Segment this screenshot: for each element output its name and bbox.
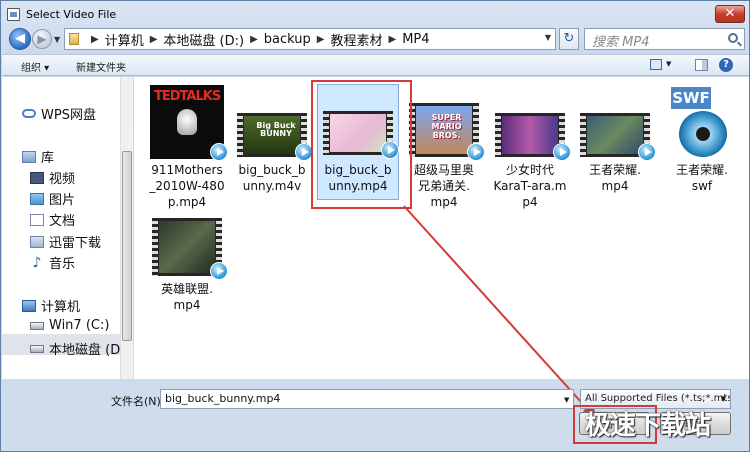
filename-label: 文件名(N): [111,395,165,408]
drive-icon [30,321,44,330]
filename-input[interactable]: big_buck_bunny.mp4 [160,389,574,409]
sidebar-item-drive-c[interactable]: Win7 (C:) [30,318,109,333]
sidebar-item-wps[interactable]: WPS网盘 [22,104,96,123]
refresh-button[interactable]: ↻ [559,28,579,50]
download-icon [30,235,44,248]
file-item[interactable]: 英雄联盟. mp4 [145,204,229,313]
chevron-right-icon[interactable]: ▶ [317,34,325,45]
video-thumbnail [578,85,656,161]
video-thumbnail: SUPER MARIO BROS. [407,85,485,161]
file-dialog: Select Video File ✕ ◀ ▶ ▼ ▶ 计算机 ▶ 本地磁盘 (… [0,0,750,452]
video-thumbnail: Big Buck BUNNY [235,85,313,161]
documents-icon [30,213,44,226]
video-thumbnail [150,204,228,280]
search-input[interactable]: 搜索 MP4 [584,28,745,50]
sidebar-item-pictures[interactable]: 图片 [30,189,75,208]
sidebar-item-library[interactable]: 库 [22,147,54,166]
sidebar-scrollbar[interactable] [120,77,133,379]
navigation-pane: WPS网盘 库 视频 图片 文档 迅雷下载 ♪ 音乐 计算机 Win7 (C:) … [2,77,133,379]
scrollbar-thumb[interactable] [122,151,132,341]
video-thumbnail: SWF [665,85,739,159]
highlight-box-file [311,80,412,209]
recent-locations-dropdown[interactable]: ▼ [54,35,60,44]
back-button[interactable]: ◀ [9,28,31,50]
file-name: 911Mothers _2010W-480 p.mp4 [149,163,225,209]
file-name: 少女时代 KaraT-ara.m p4 [493,163,567,209]
breadcrumb-drive-d[interactable]: 本地磁盘 (D:) [163,30,244,49]
window-title: Select Video File [26,8,117,21]
site-watermark: 极速下载站 [585,411,711,441]
sidebar-item-video[interactable]: 视频 [30,168,75,187]
library-icon [22,150,36,163]
search-placeholder: 搜索 MP4 [592,35,650,50]
view-icon[interactable] [650,59,662,70]
file-item[interactable]: Big Buck BUNNY big_buck_b unny.m4v [230,85,314,194]
chevron-right-icon[interactable]: ▶ [389,34,397,45]
organize-button[interactable]: 组织 ▾ [21,59,49,74]
toolbar: 组织 ▾ 新建文件夹 ▼ ? [2,54,749,76]
chevron-down-icon: ▼ [720,395,726,403]
file-item[interactable]: TEDTALKS 911Mothers _2010W-480 p.mp4 [145,85,229,210]
app-icon [7,8,20,21]
search-icon[interactable] [728,33,738,43]
play-badge-icon [553,143,571,161]
lightbulb-icon [177,109,197,135]
filename-dropdown[interactable]: ▼ [564,396,569,404]
breadcrumb-materials[interactable]: 教程素材 [331,30,383,49]
video-thumbnail: TEDTALKS [150,85,228,161]
breadcrumb-backup[interactable]: backup [264,32,311,47]
breadcrumb-computer[interactable]: 计算机 [105,30,144,49]
chevron-right-icon[interactable]: ▶ [250,34,258,45]
video-icon [30,171,44,184]
pictures-icon [30,192,44,205]
thumbnail-text: TEDTALKS [154,89,221,104]
file-name: 超级马里奥 兄弟通关. mp4 [413,163,474,209]
preview-pane-icon[interactable] [695,59,708,71]
swf-reel-icon [679,111,727,157]
sidebar-item-computer[interactable]: 计算机 [22,296,80,315]
breadcrumb: ▶ 计算机 ▶ 本地磁盘 (D:) ▶ backup ▶ 教程素材 ▶ MP4 [85,30,430,49]
file-item[interactable]: SUPER MARIO BROS. 超级马里奥 兄弟通关. mp4 [402,85,486,210]
sidebar-item-documents[interactable]: 文档 [30,210,75,229]
file-name: 王者荣耀. mp4 [589,163,641,193]
file-item[interactable]: SWF 王者荣耀. swf [660,85,744,194]
title-bar: Select Video File ✕ [1,1,750,29]
thumbnail-text: Big Buck BUNNY [256,121,296,138]
play-badge-icon [467,143,485,161]
thumbnail-text: SUPER MARIO BROS. [431,113,462,140]
sidebar-item-downloads[interactable]: 迅雷下载 [30,232,101,251]
play-badge-icon [638,143,656,161]
close-button[interactable]: ✕ [715,5,745,23]
file-item[interactable]: 王者荣耀. mp4 [573,85,657,194]
thumbnail-text: SWF [671,87,711,109]
play-badge-icon [210,143,228,161]
file-name: 英雄联盟. mp4 [161,282,213,312]
computer-icon [22,299,36,312]
cloud-icon [22,109,36,118]
address-dropdown[interactable]: ▼ [545,33,551,42]
music-icon: ♪ [32,254,42,271]
breadcrumb-mp4[interactable]: MP4 [402,32,429,47]
folder-icon [69,33,79,45]
chevron-right-icon[interactable]: ▶ [150,34,158,45]
file-item[interactable]: 少女时代 KaraT-ara.m p4 [488,85,572,210]
chevron-right-icon[interactable]: ▶ [91,34,99,45]
sidebar-item-drive-d[interactable]: 本地磁盘 (D: [30,339,125,358]
file-name: 王者荣耀. swf [676,163,728,193]
help-button[interactable]: ? [719,58,733,72]
sidebar-item-music[interactable]: ♪ 音乐 [30,253,75,273]
view-dropdown[interactable]: ▼ [666,60,671,68]
drive-icon [30,344,44,353]
forward-button[interactable]: ▶ [32,29,52,49]
file-name: big_buck_b unny.m4v [238,163,306,193]
video-thumbnail [493,85,571,161]
new-folder-button[interactable]: 新建文件夹 [76,59,126,74]
play-badge-icon [210,262,228,280]
address-bar[interactable]: ▶ 计算机 ▶ 本地磁盘 (D:) ▶ backup ▶ 教程素材 ▶ MP4 … [64,28,556,50]
